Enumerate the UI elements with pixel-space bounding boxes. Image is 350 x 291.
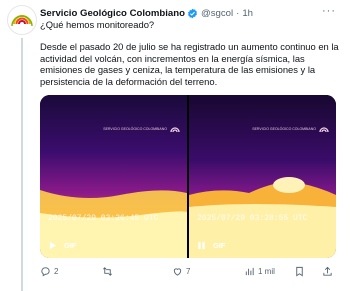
- media-grid: SERVICIO GEOLÓGICO COLOMBIANO 2025/07/29…: [40, 95, 336, 258]
- views-button[interactable]: 1 mil: [244, 266, 275, 277]
- post-question: ¿Qué hemos monitoreado?: [40, 19, 155, 30]
- reply-icon: [41, 267, 50, 277]
- gif-badge: GIF: [213, 240, 226, 250]
- like-button[interactable]: 7: [172, 266, 190, 277]
- post-time[interactable]: 1h: [242, 8, 253, 19]
- share-icon: [323, 266, 332, 276]
- repost-button[interactable]: [102, 266, 116, 277]
- bookmark-button[interactable]: [294, 266, 305, 277]
- thermal-image: [189, 95, 336, 258]
- author-handle[interactable]: @sgcol: [201, 8, 233, 19]
- action-bar: 2 7 1 mil: [40, 266, 340, 280]
- thermal-gif-1[interactable]: SERVICIO GEOLÓGICO COLOMBIANO 2025/07/29…: [40, 95, 187, 258]
- bookmark-icon: [296, 266, 303, 277]
- views-icon: [245, 267, 254, 276]
- gif-badge: GIF: [64, 240, 77, 250]
- thermal-gif-2[interactable]: SERVICIO GEOLÓGICO COLOMBIANO 2025/07/29…: [189, 95, 336, 258]
- play-icon[interactable]: [47, 240, 57, 250]
- separator: ·: [236, 7, 240, 19]
- thread-line: [21, 38, 23, 291]
- frame-timestamp: 2025/07/29 03:28:55 UTC: [197, 214, 308, 223]
- more-options-icon[interactable]: ···: [322, 5, 336, 17]
- pause-icon[interactable]: [196, 240, 206, 250]
- like-count: 7: [186, 267, 191, 276]
- author-name[interactable]: Servicio Geológico Colombiano: [40, 8, 185, 19]
- thermal-image: [40, 95, 187, 258]
- watermark-logo: SERVICIO GEOLÓGICO COLOMBIANO: [252, 123, 330, 135]
- watermark-logo: SERVICIO GEOLÓGICO COLOMBIANO: [103, 123, 181, 135]
- avatar[interactable]: [7, 5, 37, 35]
- repost-icon: [103, 267, 112, 276]
- share-button[interactable]: [322, 266, 333, 277]
- reply-button[interactable]: 2: [40, 266, 58, 277]
- sgc-logo-icon: [11, 15, 33, 27]
- verified-badge-icon: [187, 8, 198, 19]
- heart-icon: [173, 268, 182, 276]
- frame-timestamp: 2025/07/29 03:26:45 UTC: [48, 214, 159, 223]
- post-body: Desde el pasado 20 de julio se ha regist…: [40, 41, 339, 87]
- reply-count: 2: [54, 267, 59, 276]
- views-count: 1 mil: [258, 267, 275, 276]
